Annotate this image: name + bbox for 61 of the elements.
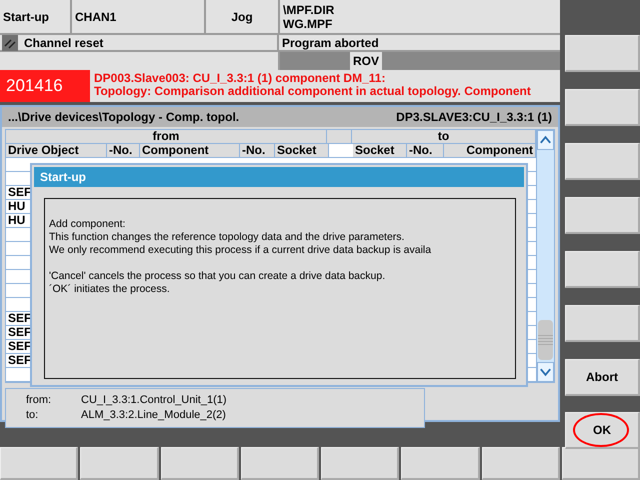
program-name: WG.MPF	[283, 16, 332, 30]
softkey[interactable]	[565, 35, 640, 72]
column-header: -No.	[407, 144, 444, 157]
dialog-text: ´OK´ initiates the process.	[49, 283, 171, 296]
dialog-title: Start-up	[34, 167, 524, 187]
alarm-number: 201416	[0, 70, 90, 102]
softkey[interactable]	[565, 89, 640, 126]
softkey[interactable]	[0, 447, 78, 480]
column-group-header: from	[6, 130, 327, 143]
column-header: -No.	[240, 144, 275, 157]
dialog-text: We only recommend executing this process if a current drive data backup is availa	[49, 244, 432, 257]
softkey[interactable]	[562, 447, 640, 480]
table-cell-text: SEF	[7, 312, 32, 325]
mode-label: Jog	[206, 0, 278, 33]
softkey[interactable]	[160, 447, 239, 480]
area-label: Start-up	[0, 0, 70, 33]
softkey[interactable]	[565, 143, 640, 180]
softkey[interactable]	[401, 447, 480, 480]
softkey[interactable]	[565, 197, 640, 234]
info-value: CU_I_3.3:1.Control_Unit_1(1)	[81, 394, 227, 406]
table-cell-text: HU	[7, 214, 26, 227]
alarm-message: DP003.Slave003: CU_I_3.3:1 (1) component DM_11:	[94, 72, 386, 85]
table-cell-text: SEF	[7, 186, 32, 199]
column-header: Component	[444, 144, 536, 157]
device-label: DP3.SLAVE3:CU_I_3.3:1 (1)	[396, 110, 552, 124]
column-header: Socket	[275, 144, 329, 157]
column-header: Drive Object	[6, 144, 107, 157]
channel-status: Channel reset	[24, 36, 104, 50]
softkey[interactable]	[565, 251, 640, 288]
softkey[interactable]	[240, 447, 319, 480]
softkey[interactable]	[565, 305, 640, 342]
table-cell-text: SEF	[7, 326, 32, 339]
override-indicator: ROV	[350, 52, 382, 70]
program-path: \MPF.DIR	[283, 2, 334, 16]
dialog-text: Add component:	[49, 218, 126, 231]
dialog-text: 'Cancel' cancels the process so that you can create a drive data backup.	[49, 270, 386, 283]
scroll-down-icon[interactable]	[537, 362, 554, 382]
column-group-header: to	[352, 130, 536, 143]
dialog-text: This function changes the reference topology data and the drive parameters.	[49, 231, 406, 244]
scroll-up-icon[interactable]	[537, 130, 554, 150]
column-header: -No.	[107, 144, 140, 157]
info-label: from:	[26, 393, 52, 408]
info-label: to:	[26, 408, 40, 423]
program-status: Program aborted	[279, 35, 560, 50]
softkey[interactable]	[80, 447, 158, 480]
channel-label: CHAN1	[72, 0, 204, 33]
softkey[interactable]: OK	[565, 412, 640, 449]
softkey[interactable]: Abort	[565, 359, 640, 396]
reset-icon	[2, 34, 18, 50]
scroll-thumb[interactable]	[538, 320, 553, 360]
panel-path: ...\Drive devices\Topology - Comp. topol.	[8, 110, 240, 124]
alarm-message: Topology: Comparison additional component in actual topology. Component	[94, 85, 532, 98]
table-cell-text: HU	[7, 200, 26, 213]
table-cell-text: SEF	[7, 340, 32, 353]
column-header: Socket	[353, 144, 407, 157]
info-value: ALM_3.3:2.Line_Module_2(2)	[81, 409, 226, 421]
table-cell-text: SEF	[7, 354, 32, 367]
softkey[interactable]	[321, 447, 400, 480]
scrollbar[interactable]	[536, 130, 554, 382]
column-header: Component	[140, 144, 240, 157]
softkey[interactable]	[482, 447, 560, 480]
